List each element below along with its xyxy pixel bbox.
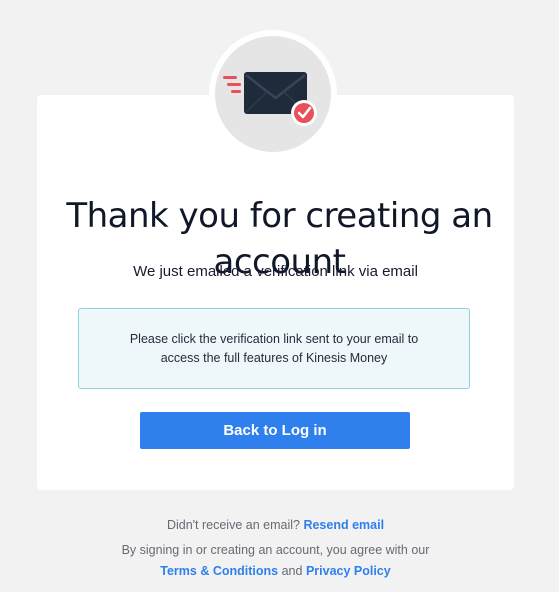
resend-prompt-text: Didn't receive an email? bbox=[166, 518, 300, 532]
back-to-login-button[interactable]: Back to Log in bbox=[140, 412, 410, 449]
verification-info-box: Please click the verification link sent … bbox=[78, 308, 470, 389]
illustration-circle bbox=[215, 36, 331, 152]
resend-email-link[interactable]: Resend email bbox=[303, 518, 384, 532]
legal-links-line: Terms & Conditions and Privacy Policy bbox=[0, 564, 551, 578]
agreement-text: By signing in or creating an account, yo… bbox=[121, 543, 430, 557]
email-sent-illustration bbox=[209, 30, 337, 158]
legal-conjunction: and bbox=[281, 564, 303, 578]
terms-conditions-link[interactable]: Terms & Conditions bbox=[160, 564, 278, 578]
speed-lines-icon bbox=[223, 76, 241, 93]
page-subtitle: We just emailed a verification link via … bbox=[133, 263, 418, 280]
verification-info-text: Please click the verification link sent … bbox=[129, 331, 419, 365]
privacy-policy-link[interactable]: Privacy Policy bbox=[306, 564, 391, 578]
resend-email-line: Didn't receive an email? Resend email bbox=[0, 518, 551, 532]
check-badge-icon bbox=[291, 100, 317, 126]
